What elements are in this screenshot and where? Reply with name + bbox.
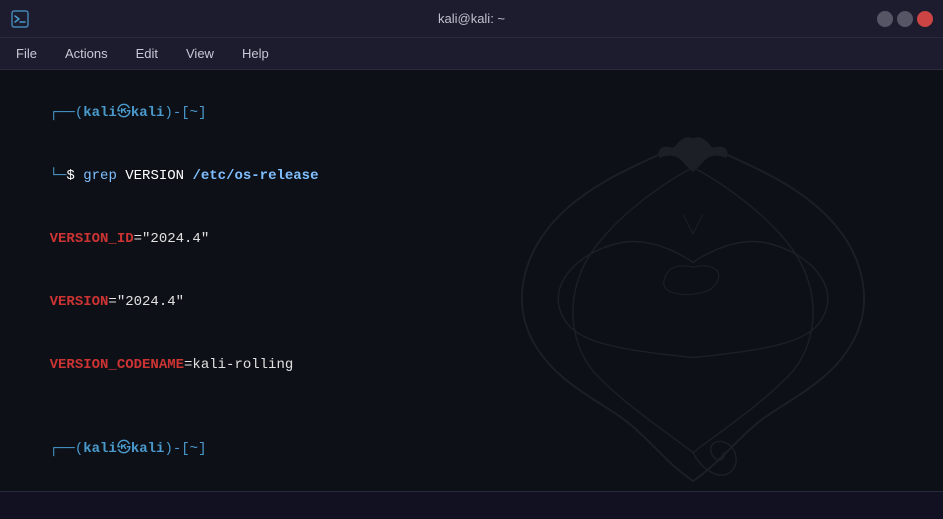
- menu-help[interactable]: Help: [236, 42, 275, 65]
- prompt-dir-close: ]: [198, 105, 206, 121]
- prompt2-user: kali: [83, 441, 117, 457]
- terminal-app-icon: [10, 9, 30, 29]
- maximize-button[interactable]: [897, 11, 913, 27]
- output-val-2: ="2024.4": [108, 294, 184, 310]
- prompt2-dir: ~: [190, 441, 198, 457]
- output-key-2: VERSION: [50, 294, 109, 310]
- title-bar-left: [10, 9, 30, 29]
- close-button[interactable]: [917, 11, 933, 27]
- output-val-1: ="2024.4": [134, 231, 210, 247]
- terminal-line-2b: └─$: [16, 481, 927, 491]
- output-line-2: VERSION="2024.4": [16, 271, 927, 334]
- cmd-grep: grep: [83, 168, 117, 184]
- menu-actions[interactable]: Actions: [59, 42, 114, 65]
- output-key-1: VERSION_ID: [50, 231, 134, 247]
- prompt-at: ㉿: [117, 105, 131, 121]
- window-title: kali@kali: ~: [438, 11, 505, 26]
- prompt-host: kali: [131, 105, 165, 121]
- prompt-tree: └─: [50, 168, 67, 184]
- minimize-button[interactable]: [877, 11, 893, 27]
- menu-edit[interactable]: Edit: [130, 42, 164, 65]
- prompt-dollar: $: [66, 168, 83, 184]
- prompt2-bracket-close: )-[: [164, 441, 189, 457]
- output-line-3: VERSION_CODENAME=kali-rolling: [16, 334, 927, 397]
- terminal-line-1b: └─$ grep VERSION /etc/os-release: [16, 145, 927, 208]
- prompt2-bracket-open: ┌──(: [50, 441, 84, 457]
- terminal-line-1: ┌──(kali㉿kali)-[~]: [16, 82, 927, 145]
- menu-view[interactable]: View: [180, 42, 220, 65]
- prompt-user: kali: [83, 105, 117, 121]
- prompt2-at: ㉿: [117, 441, 131, 457]
- output-key-3: VERSION_CODENAME: [50, 357, 184, 373]
- output-line-1: VERSION_ID="2024.4": [16, 208, 927, 271]
- prompt-dir: ~: [190, 105, 198, 121]
- prompt-bracket-open: ┌──(: [50, 105, 84, 121]
- terminal-line-2: ┌──(kali㉿kali)-[~]: [16, 418, 927, 481]
- prompt2-dir-close: ]: [198, 441, 206, 457]
- prompt-bracket-close: )-[: [164, 105, 189, 121]
- title-bar: kali@kali: ~: [0, 0, 943, 38]
- prompt2-host: kali: [131, 441, 165, 457]
- terminal-body[interactable]: ┌──(kali㉿kali)-[~] └─$ grep VERSION /etc…: [0, 70, 943, 491]
- output-val-3: =kali-rolling: [184, 357, 293, 373]
- cmd-arg1: VERSION: [117, 168, 193, 184]
- taskbar: [0, 491, 943, 519]
- cmd-file: /etc/os-release: [192, 168, 318, 184]
- window-controls: [877, 11, 933, 27]
- terminal-spacer: [16, 397, 927, 418]
- menu-file[interactable]: File: [10, 42, 43, 65]
- menu-bar: File Actions Edit View Help: [0, 38, 943, 70]
